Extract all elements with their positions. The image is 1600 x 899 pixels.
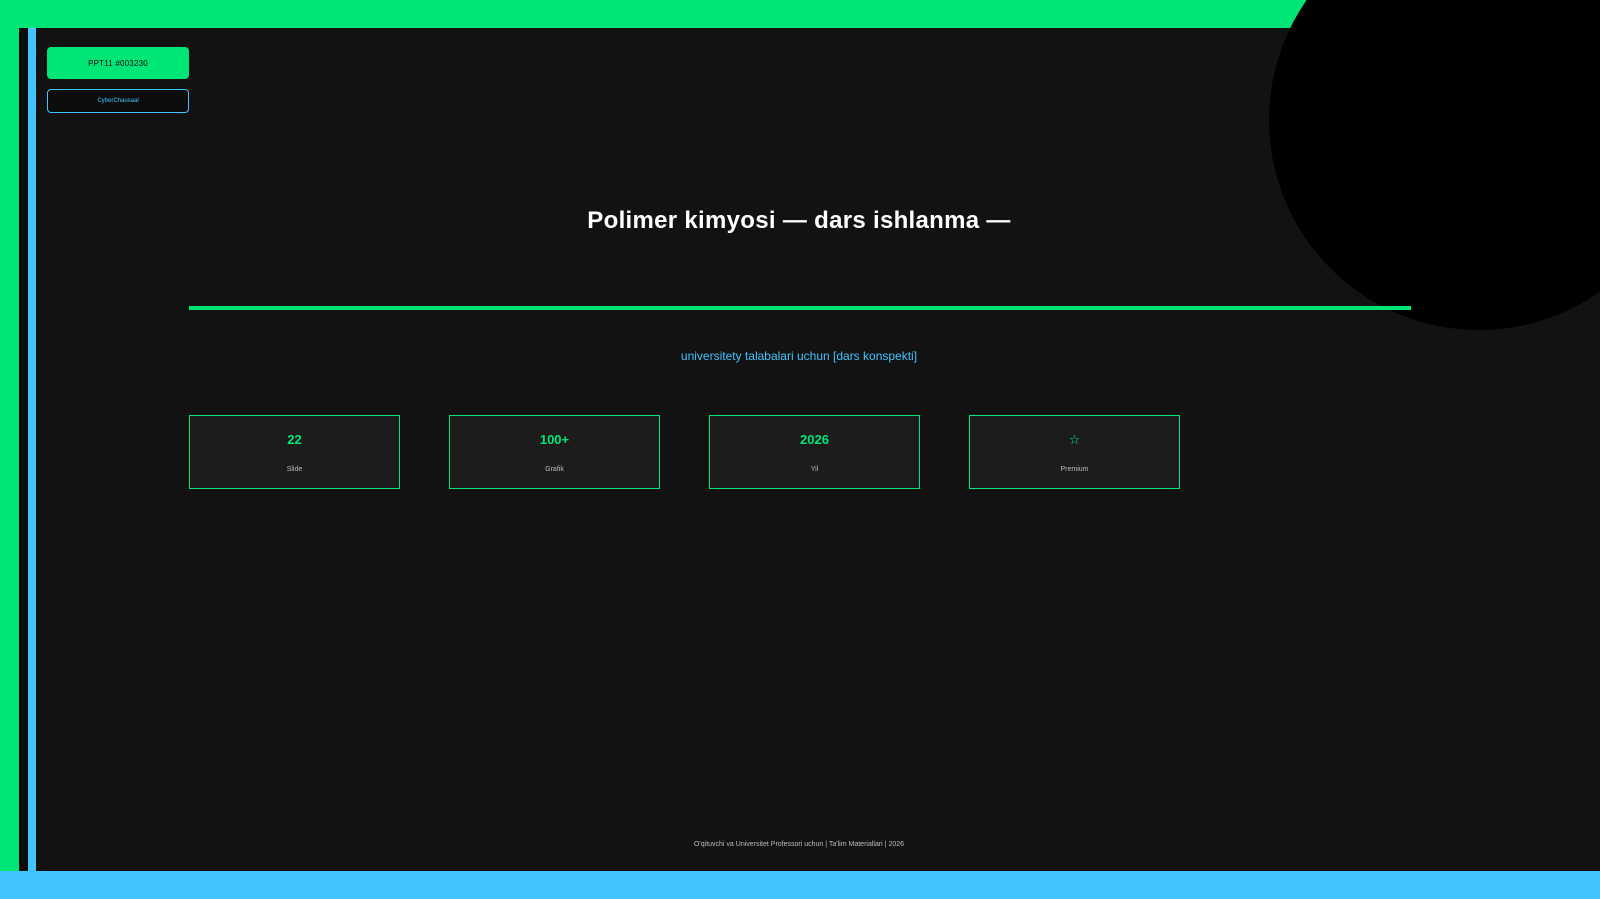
page-subtitle: universitety talabalari uchun [dars kons…: [680, 349, 918, 363]
stat-label: Premium: [1060, 466, 1089, 473]
presentation-id-badge: PPT11 #003230: [47, 47, 189, 79]
stat-label: Slide: [286, 466, 303, 473]
title-divider: [189, 306, 1411, 310]
slide-page: PPT11 #003230 CyberChausaal Polimer kimy…: [0, 0, 1600, 899]
left-dark-stripe: [19, 28, 28, 871]
stat-card-charts: 100+ Grafik: [449, 415, 660, 489]
left-blue-bar: [28, 28, 36, 871]
stat-value: 100+: [539, 432, 570, 447]
corner-decoration-circle: [1269, 0, 1600, 330]
bottom-accent-bar: [0, 871, 1600, 899]
left-green-bar: [0, 0, 19, 899]
stat-value: 2026: [800, 432, 829, 447]
stat-card-year: 2026 Yil: [709, 415, 920, 489]
footer-text: O'qituvchi va Universitet Professori uch…: [693, 841, 905, 848]
stat-card-slides: 22 Slide: [189, 415, 400, 489]
brand-badge: CyberChausaal: [47, 89, 189, 113]
stat-label: Grafik: [545, 466, 564, 473]
star-icon: ☆: [1068, 432, 1081, 447]
page-title: Polimer kimyosi — dars ishlanma —: [587, 207, 1011, 234]
stat-value: 22: [287, 432, 302, 447]
stat-card-premium: ☆ Premium: [969, 415, 1180, 489]
stat-label: Yil: [810, 466, 819, 473]
